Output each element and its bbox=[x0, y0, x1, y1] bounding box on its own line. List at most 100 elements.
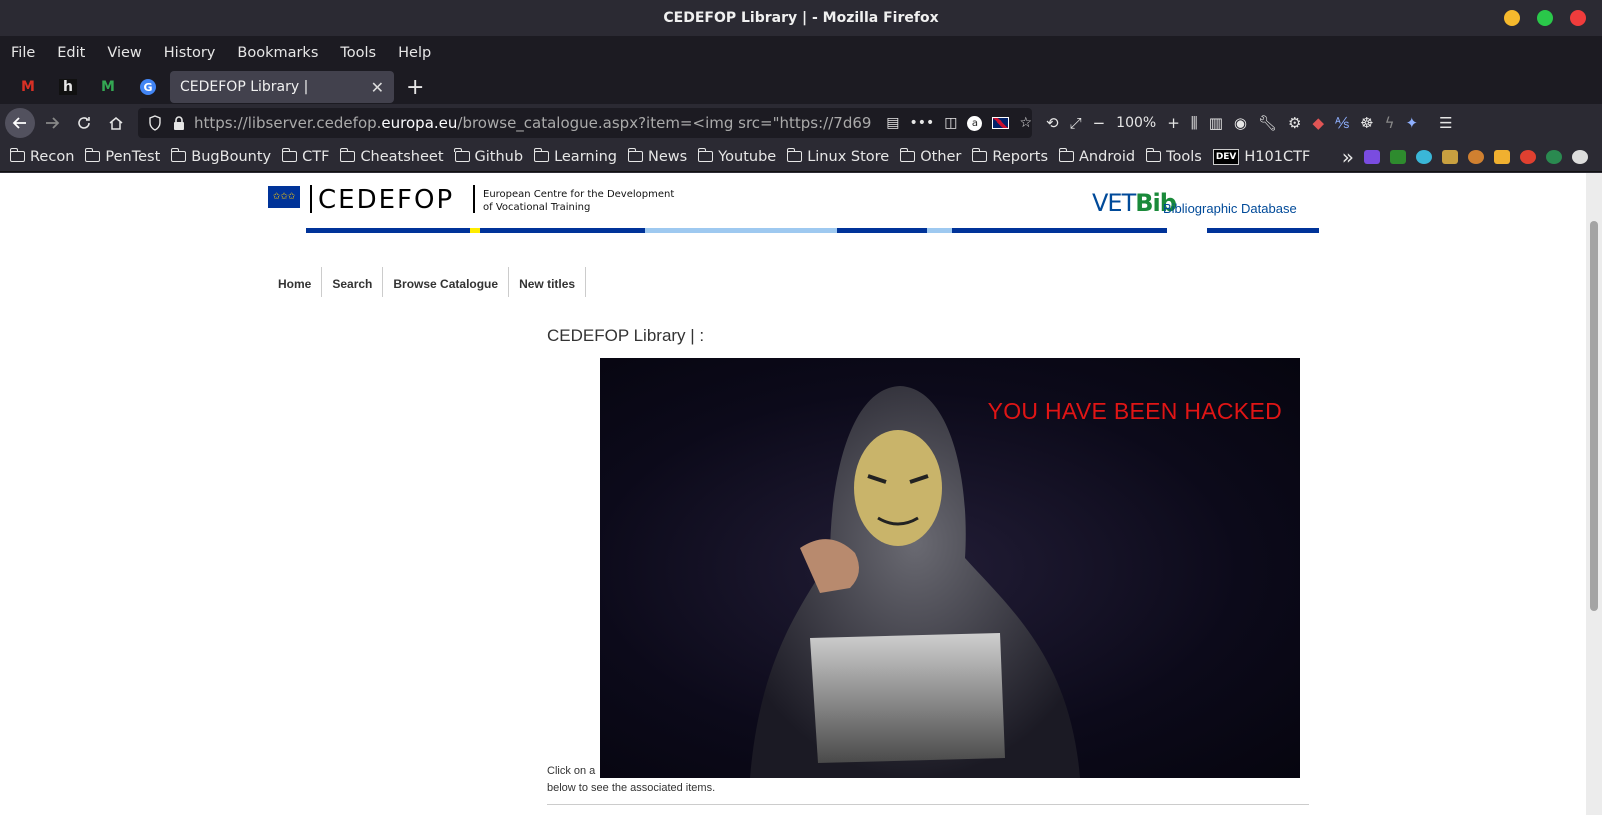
amazon-icon[interactable]: a bbox=[967, 115, 983, 131]
bookmark-folder-other[interactable]: Other bbox=[899, 148, 961, 165]
header-color-bar bbox=[1207, 228, 1319, 233]
bookmark-star-icon[interactable]: ☆ bbox=[1019, 115, 1032, 131]
extension-bw-icon[interactable] bbox=[1390, 149, 1406, 164]
url-prefix: https://libserver.cedefop. bbox=[193, 114, 382, 132]
folder-icon bbox=[281, 148, 298, 162]
back-arrow-icon bbox=[5, 108, 35, 138]
extension-icon[interactable]: ✦ bbox=[1406, 114, 1419, 132]
extension-badge-icon[interactable] bbox=[1364, 149, 1380, 164]
close-window-button[interactable] bbox=[1570, 10, 1586, 26]
account-icon[interactable]: ◉ bbox=[1234, 114, 1247, 132]
tab-active[interactable]: CEDEFOP Library | ✕ bbox=[170, 71, 394, 103]
pinned-tab-gmail-2[interactable]: M bbox=[88, 70, 128, 104]
menu-bookmarks[interactable]: Bookmarks bbox=[237, 45, 318, 61]
uk-flag-icon[interactable] bbox=[992, 117, 1010, 129]
bookmark-folder-android[interactable]: Android bbox=[1058, 148, 1135, 165]
bookmark-folder-cheatsheet[interactable]: Cheatsheet bbox=[339, 148, 444, 165]
folder-icon bbox=[786, 148, 803, 162]
zoom-in-icon[interactable]: + bbox=[1167, 114, 1180, 132]
cookie-extension-icon[interactable] bbox=[1468, 149, 1484, 164]
lightning-extension-icon[interactable]: ϟ bbox=[1385, 114, 1395, 132]
history-icon[interactable]: ⟲ bbox=[1046, 114, 1059, 132]
menu-tools[interactable]: Tools bbox=[340, 45, 376, 61]
menu-view[interactable]: View bbox=[107, 45, 141, 61]
header-color-bar bbox=[952, 228, 1167, 233]
bookmark-label: Learning bbox=[554, 148, 618, 165]
bookmark-extensions: » bbox=[1342, 145, 1602, 169]
page-title: CEDEFOP Library | : bbox=[547, 326, 705, 345]
mask-extension-icon[interactable] bbox=[1572, 149, 1588, 164]
bookmark-folder-pentest[interactable]: PenTest bbox=[84, 148, 160, 165]
fullscreen-icon[interactable]: ⤢ bbox=[1070, 114, 1082, 132]
bookmark-folder-bugbounty[interactable]: BugBounty bbox=[170, 148, 271, 165]
gear-icon[interactable]: ⚙ bbox=[1288, 114, 1301, 132]
bookmark-folder-linux-store[interactable]: Linux Store bbox=[786, 148, 889, 165]
bookmark-h101ctf[interactable]: DEV H101CTF bbox=[1212, 148, 1311, 165]
pinned-tab-gmail[interactable]: M bbox=[8, 70, 48, 104]
menu-edit[interactable]: Edit bbox=[57, 45, 85, 61]
nav-new-titles[interactable]: New titles bbox=[509, 267, 587, 297]
bookmark-folder-recon[interactable]: Recon bbox=[9, 148, 74, 165]
home-button[interactable] bbox=[100, 107, 132, 139]
page-scrollbar[interactable] bbox=[1586, 173, 1602, 815]
lock-icon[interactable] bbox=[172, 115, 186, 131]
bookmark-folder-youtube[interactable]: Youtube bbox=[697, 148, 776, 165]
reload-button[interactable] bbox=[68, 107, 100, 139]
menu-help[interactable]: Help bbox=[398, 45, 431, 61]
url-text[interactable]: https://libserver.cedefop.europa.eu/brow… bbox=[194, 114, 872, 132]
pinned-tab-hackerone[interactable]: h bbox=[48, 70, 88, 104]
translate-extension-icon[interactable]: ⅍ bbox=[1335, 114, 1349, 132]
back-button[interactable] bbox=[4, 107, 36, 139]
logo-subtitle-line: of Vocational Training bbox=[483, 202, 591, 213]
bookmarks-overflow-icon[interactable]: » bbox=[1342, 145, 1354, 169]
forward-button[interactable] bbox=[36, 107, 68, 139]
wrench-icon[interactable]: 🔧︎ bbox=[1258, 114, 1277, 132]
hamburger-menu-icon[interactable]: ☰ bbox=[1439, 114, 1452, 132]
nav-home[interactable]: Home bbox=[268, 267, 323, 297]
shield-icon[interactable] bbox=[148, 115, 162, 131]
bookmark-folder-tools[interactable]: Tools bbox=[1145, 148, 1202, 165]
cloud-extension-icon[interactable] bbox=[1416, 149, 1432, 164]
new-tab-button[interactable]: + bbox=[406, 75, 424, 100]
zoom-out-icon[interactable]: − bbox=[1093, 114, 1106, 132]
zoom-level[interactable]: 100% bbox=[1116, 115, 1156, 131]
bookmark-folder-news[interactable]: News bbox=[627, 148, 687, 165]
pocket-icon[interactable]: ◫ bbox=[944, 115, 957, 131]
bookmark-label: H101CTF bbox=[1244, 148, 1311, 165]
library-icon[interactable]: ⫼ bbox=[1191, 114, 1198, 132]
site-nav: Home Search Browse Catalogue New titles bbox=[268, 267, 587, 297]
window-controls bbox=[1504, 10, 1586, 26]
bookmark-folder-learning[interactable]: Learning bbox=[533, 148, 618, 165]
header-color-bar bbox=[480, 228, 645, 233]
green-extension-icon[interactable] bbox=[1546, 149, 1562, 164]
eraser-extension-icon[interactable]: ◆ bbox=[1312, 114, 1324, 132]
page-actions-icon[interactable]: ••• bbox=[909, 115, 934, 131]
caption-text: below to see the associated items. bbox=[547, 782, 716, 794]
vetbib-subtitle: Bibliographic Database bbox=[1163, 201, 1297, 216]
reader-view-icon[interactable]: ▤ bbox=[886, 115, 899, 131]
ip-extension-icon[interactable] bbox=[1494, 149, 1510, 164]
minimize-button[interactable] bbox=[1504, 10, 1520, 26]
divider bbox=[547, 804, 1309, 805]
sidebar-icon[interactable]: ▥ bbox=[1209, 114, 1223, 132]
cedefop-logo[interactable]: CEDEFOP bbox=[318, 185, 454, 215]
scrollbar-thumb[interactable] bbox=[1590, 221, 1598, 611]
greasemonkey-icon[interactable]: ☸ bbox=[1360, 114, 1373, 132]
fox-extension-icon[interactable] bbox=[1520, 149, 1536, 164]
header-color-bar bbox=[927, 228, 952, 233]
window-title: CEDEFOP Library | - Mozilla Firefox bbox=[663, 10, 939, 26]
url-bar[interactable]: https://libserver.cedefop.europa.eu/brow… bbox=[138, 108, 1032, 138]
ninja-extension-icon[interactable] bbox=[1442, 149, 1458, 164]
menu-bar: File Edit View History Bookmarks Tools H… bbox=[0, 36, 1602, 70]
url-suffix: /browse_catalogue.aspx?item=<img src="ht… bbox=[457, 114, 873, 132]
nav-browse-catalogue[interactable]: Browse Catalogue bbox=[383, 267, 510, 297]
bookmark-folder-reports[interactable]: Reports bbox=[971, 148, 1048, 165]
maximize-button[interactable] bbox=[1537, 10, 1553, 26]
pinned-tab-google[interactable]: G bbox=[128, 70, 168, 104]
close-tab-icon[interactable]: ✕ bbox=[371, 78, 384, 97]
bookmark-folder-github[interactable]: Github bbox=[454, 148, 523, 165]
bookmark-folder-ctf[interactable]: CTF bbox=[281, 148, 329, 165]
menu-file[interactable]: File bbox=[11, 45, 35, 61]
menu-history[interactable]: History bbox=[164, 45, 216, 61]
nav-search[interactable]: Search bbox=[322, 267, 384, 297]
